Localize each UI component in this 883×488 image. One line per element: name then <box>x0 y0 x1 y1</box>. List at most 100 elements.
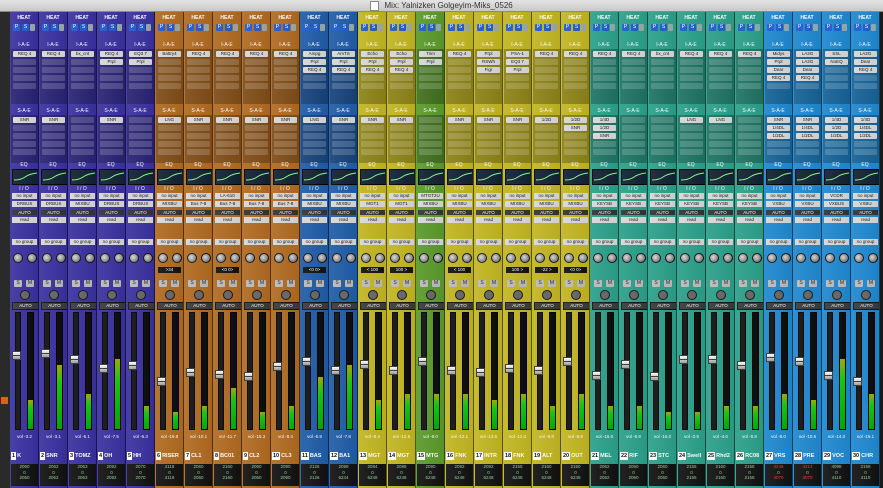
heat-button[interactable]: S <box>399 24 406 31</box>
heat-button[interactable]: S <box>863 24 870 31</box>
pre-button[interactable]: P <box>593 24 600 31</box>
volume-fader[interactable] <box>418 357 427 367</box>
solo-button[interactable]: S <box>391 280 399 287</box>
heat-button[interactable]: S <box>51 24 58 31</box>
insert-slot[interactable]: Prpl <box>332 59 355 65</box>
track-name[interactable]: 30 CHR <box>852 452 879 460</box>
automation-button[interactable]: AUTO <box>99 302 125 310</box>
insert-slot[interactable]: REQ 4 <box>42 51 65 57</box>
send-slot[interactable] <box>332 149 355 155</box>
heat-toggle[interactable] <box>233 24 238 31</box>
record-enable-button[interactable] <box>455 290 465 300</box>
insert-slot[interactable] <box>303 83 326 89</box>
automation-mode-selector[interactable]: read <box>244 217 269 223</box>
send-slot[interactable]: 1/2D <box>825 125 848 131</box>
record-enable-button[interactable] <box>426 290 436 300</box>
insert-slot[interactable] <box>245 67 268 73</box>
send-slot[interactable] <box>477 141 500 147</box>
insert-slot[interactable]: Ampg <box>303 51 326 57</box>
mute-button[interactable]: M <box>693 280 701 287</box>
insert-slot[interactable]: REQ 4 <box>13 51 36 57</box>
mute-button[interactable]: M <box>229 280 237 287</box>
group-selector[interactable]: no group <box>447 239 472 245</box>
automation-mode-selector[interactable]: read <box>737 217 762 223</box>
insert-slot[interactable] <box>42 83 65 89</box>
insert-slot[interactable] <box>71 59 94 65</box>
send-slot[interactable] <box>506 125 529 131</box>
insert-slot[interactable]: Trim <box>419 51 442 57</box>
send-slot[interactable] <box>593 141 616 147</box>
send-level-knob[interactable] <box>13 253 23 263</box>
insert-slot[interactable]: LA2G <box>796 51 819 57</box>
send-level-knob[interactable] <box>564 253 574 263</box>
insert-slot[interactable] <box>709 59 732 65</box>
send-slot[interactable] <box>158 125 181 131</box>
output-selector[interactable]: MIXBU <box>331 201 356 207</box>
volume-fader[interactable] <box>853 376 862 386</box>
send-slot[interactable]: 1/2DL <box>796 133 819 139</box>
insert-slot[interactable]: REQ 4 <box>767 75 790 81</box>
send-slot[interactable] <box>390 125 413 131</box>
insert-slot[interactable] <box>274 67 297 73</box>
mute-button[interactable]: M <box>867 280 875 287</box>
insert-slot[interactable]: REQ 4 <box>187 51 210 57</box>
automation-button[interactable]: AUTO <box>12 302 38 310</box>
send-slot[interactable] <box>129 149 152 155</box>
volume-fader[interactable] <box>534 366 543 375</box>
output-selector[interactable]: DRBUS <box>12 201 37 207</box>
insert-slot[interactable] <box>622 59 645 65</box>
automation-mode-selector[interactable]: read <box>824 217 849 223</box>
solo-button[interactable]: S <box>362 280 370 287</box>
record-enable-button[interactable] <box>774 290 784 300</box>
insert-slot[interactable] <box>564 59 587 65</box>
automation-button[interactable]: AUTO <box>186 302 212 310</box>
input-selector[interactable]: no input <box>650 193 675 199</box>
heat-button[interactable]: S <box>428 24 435 31</box>
insert-slot[interactable]: Prpl <box>767 59 790 65</box>
input-selector[interactable]: no input <box>853 193 878 199</box>
record-enable-button[interactable] <box>368 290 378 300</box>
send-slot[interactable]: 1/2D <box>593 125 616 131</box>
send-slot[interactable]: 1/4D <box>825 117 848 123</box>
send-slot[interactable] <box>854 141 877 147</box>
insert-slot[interactable] <box>245 59 268 65</box>
volume-fader[interactable] <box>447 366 456 375</box>
send-level-knob[interactable] <box>274 253 284 263</box>
send-pan-knob[interactable] <box>868 253 878 263</box>
output-selector[interactable]: VXBU <box>766 201 791 207</box>
automation-button[interactable]: AUTO <box>534 302 560 310</box>
volume-fader[interactable] <box>360 359 369 369</box>
track-name[interactable]: 9 CL2 <box>243 452 270 460</box>
send-pan-knob[interactable] <box>694 253 704 263</box>
automation-button[interactable]: AUTO <box>360 302 386 310</box>
send-slot[interactable] <box>332 141 355 147</box>
insert-slot[interactable] <box>738 67 761 73</box>
record-enable-button[interactable] <box>194 290 204 300</box>
mute-button[interactable]: M <box>316 280 324 287</box>
send-slot[interactable] <box>709 133 732 139</box>
send-level-knob[interactable] <box>303 253 313 263</box>
send-slot[interactable]: LNG <box>709 117 732 123</box>
solo-button[interactable]: S <box>565 280 573 287</box>
insert-slot[interactable] <box>13 59 36 65</box>
insert-slot[interactable] <box>448 67 471 73</box>
volume-fader[interactable] <box>592 371 601 381</box>
eq-curve-display[interactable] <box>447 169 473 185</box>
volume-fader[interactable] <box>621 359 630 369</box>
heat-button[interactable]: S <box>718 24 725 31</box>
solo-button[interactable]: S <box>623 280 631 287</box>
track-name[interactable]: 21 MEL <box>591 452 618 460</box>
track-name[interactable]: 28 PRE <box>794 452 821 460</box>
send-pan-knob[interactable] <box>752 253 762 263</box>
insert-slot[interactable]: RSWh <box>477 59 500 65</box>
send-level-knob[interactable] <box>216 253 226 263</box>
insert-slot[interactable] <box>622 75 645 81</box>
send-slot[interactable] <box>13 133 36 139</box>
automation-mode-selector[interactable]: read <box>418 217 443 223</box>
send-slot[interactable] <box>448 149 471 155</box>
heat-button[interactable]: S <box>805 24 812 31</box>
group-selector[interactable]: no group <box>331 239 356 245</box>
automation-mode-selector[interactable]: read <box>99 217 124 223</box>
eq-curve-display[interactable] <box>650 169 676 185</box>
track-name[interactable]: 8 BC01 <box>214 452 241 460</box>
